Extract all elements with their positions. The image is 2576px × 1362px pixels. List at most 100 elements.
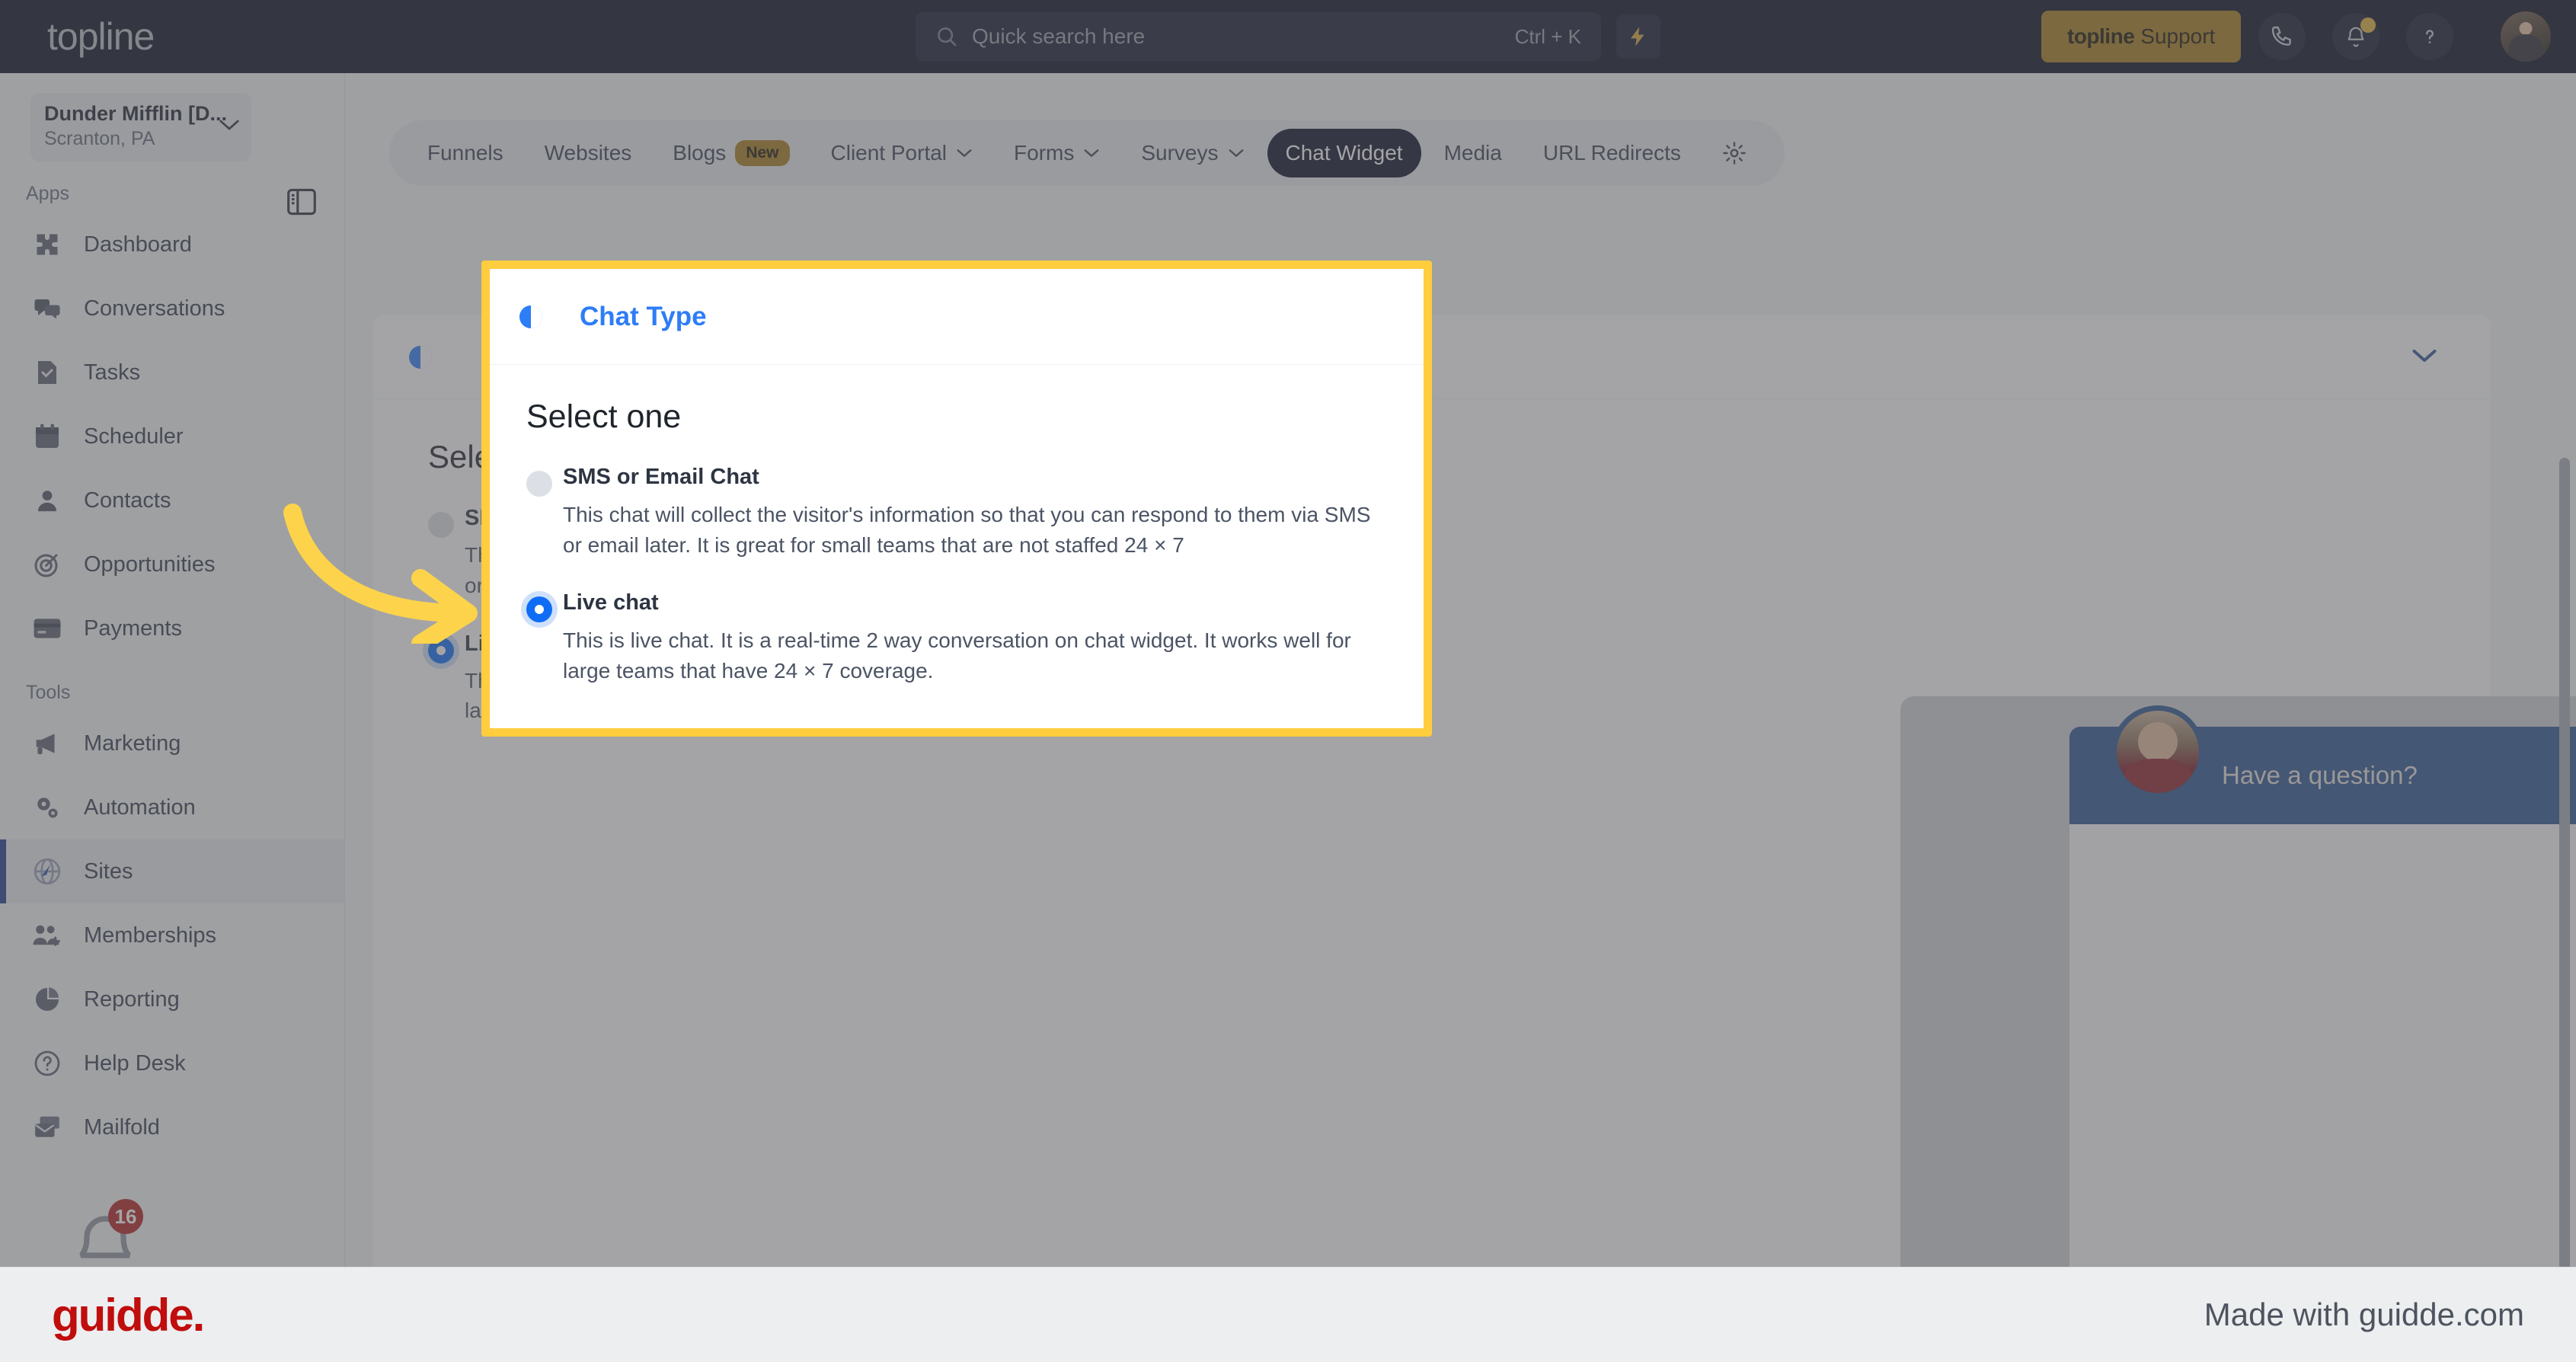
account-switcher[interactable]: Dunder Mifflin [D... Scranton, PA: [30, 93, 251, 161]
screenshot-root: topline Quick search here Ctrl + K topli…: [0, 0, 2576, 1362]
tab-label: Websites: [544, 141, 632, 165]
tab-url-redirects[interactable]: URL Redirects: [1525, 129, 1699, 177]
chevron-down-icon: [219, 120, 239, 130]
sidebar-item-label: Conversations: [84, 296, 225, 321]
tab-client-portal[interactable]: Client Portal: [813, 129, 992, 177]
sidebar-item-label: Payments: [84, 615, 182, 641]
option-title: SMS or Email Chat: [563, 465, 759, 489]
tab-websites[interactable]: Websites: [526, 129, 650, 177]
chat-widget-title: Have a question?: [2222, 761, 2418, 789]
sidebar-section-tools-label: Tools: [26, 682, 71, 703]
sidebar-item-conversations[interactable]: Conversations: [0, 277, 344, 340]
help-button[interactable]: [2406, 13, 2453, 60]
search-placeholder: Quick search here: [972, 24, 1146, 48]
guidde-footer: guidde. Made with guidde.com: [0, 1267, 2576, 1362]
sidebar-item-memberships[interactable]: Memberships: [0, 903, 344, 967]
sidebar-item-reporting[interactable]: Reporting: [0, 967, 344, 1031]
support-label: Support: [2140, 24, 2216, 48]
app-logo[interactable]: topline: [47, 14, 155, 59]
sidebar-item-label: Reporting: [84, 986, 180, 1012]
target-icon: [30, 548, 64, 581]
sidebar-item-label: Tasks: [84, 360, 141, 385]
chevron-down-icon: [957, 149, 972, 158]
search-shortcut: Ctrl + K: [1514, 24, 1581, 48]
highlighted-chat-type-card: Chat Type Select one SMS or Email Chat T…: [481, 261, 1432, 737]
tab-label: Chat Widget: [1285, 141, 1403, 165]
sidebar-item-label: Sites: [84, 858, 133, 884]
sidebar-item-help-desk[interactable]: Help Desk: [0, 1031, 344, 1095]
question-circle-icon: [30, 1047, 64, 1080]
chevron-down-icon: [1229, 149, 1243, 158]
tab-surveys[interactable]: Surveys: [1123, 129, 1262, 177]
option-description: This chat will collect the visitor's inf…: [563, 503, 1371, 558]
sidebar-item-label: Marketing: [84, 731, 181, 756]
sidebar-item-label: Opportunities: [84, 552, 216, 577]
tab-label: Blogs: [673, 141, 727, 165]
account-name: Dunder Mifflin [D...: [44, 102, 227, 125]
chevron-down-icon[interactable]: [2411, 347, 2438, 364]
mail-stack-icon: [30, 1111, 64, 1144]
sidebar-item-label: Automation: [84, 794, 196, 820]
sidebar-item-dashboard[interactable]: Dashboard: [0, 213, 344, 277]
tab-label: Forms: [1014, 141, 1075, 165]
tab-label: Surveys: [1141, 141, 1219, 165]
tab-settings-button[interactable]: [1704, 129, 1765, 177]
sidebar-item-label: Scheduler: [84, 424, 184, 449]
support-brand: topline: [2067, 24, 2135, 48]
radio-button-live-chat[interactable]: [526, 596, 552, 622]
phone-icon: [2271, 26, 2291, 46]
guidde-logo: guidde.: [52, 1289, 205, 1341]
tab-funnels[interactable]: Funnels: [409, 129, 522, 177]
globe-rocket-icon: [30, 855, 64, 888]
sidebar-item-scheduler[interactable]: Scheduler: [0, 404, 344, 468]
sidebar-item-automation[interactable]: Automation: [0, 775, 344, 839]
sidebar-item-sites[interactable]: Sites: [0, 839, 344, 903]
sidebar-item-label: Dashboard: [84, 232, 192, 257]
contrast-half-circle-icon: [409, 345, 432, 369]
tab-label: URL Redirects: [1542, 141, 1681, 165]
card-title: Chat Type: [580, 301, 707, 331]
sidebar-item-marketing[interactable]: Marketing: [0, 711, 344, 775]
chat-bubbles-icon: [30, 292, 64, 325]
sidebar-item-mailfold[interactable]: Mailfold: [0, 1095, 344, 1159]
chevron-down-icon: [1084, 149, 1099, 158]
option-sms-or-email-chat[interactable]: SMS or Email Chat This chat will collect…: [526, 465, 1424, 561]
radio-button-sms-or-email[interactable]: [526, 471, 552, 497]
sidebar-item-tasks[interactable]: Tasks: [0, 340, 344, 404]
tab-chat-widget[interactable]: Chat Widget: [1267, 129, 1421, 177]
task-check-icon: [30, 356, 64, 389]
puzzle-icon: [30, 228, 64, 261]
gear-icon: [1723, 142, 1746, 165]
curved-arrow-right-icon: [283, 504, 478, 644]
tab-label: Funnels: [427, 141, 503, 165]
credit-card-icon: [30, 612, 64, 645]
question-mark-icon: [2426, 30, 2434, 43]
agent-avatar: [2111, 705, 2204, 798]
quick-actions-button[interactable]: [1616, 14, 1660, 59]
highlight-card-header[interactable]: Chat Type: [490, 269, 1424, 365]
support-button[interactable]: topline Support: [2041, 11, 2242, 62]
vertical-scrollbar[interactable]: [2559, 458, 2570, 1280]
option-live-chat[interactable]: Live chat This is live chat. It is a rea…: [526, 590, 1424, 687]
people-plus-icon: [30, 919, 64, 952]
select-one-heading: Select one: [526, 398, 682, 435]
person-icon: [30, 484, 64, 517]
search-input[interactable]: Quick search here Ctrl + K: [916, 12, 1601, 61]
tab-forms[interactable]: Forms: [996, 129, 1118, 177]
guidde-credit: Made with guidde.com: [2204, 1296, 2524, 1332]
top-navigation-bar: topline Quick search here Ctrl + K topli…: [0, 0, 2576, 73]
tab-blogs[interactable]: Blogs New: [654, 129, 807, 177]
account-location: Scranton, PA: [44, 128, 155, 149]
tab-media[interactable]: Media: [1426, 129, 1520, 177]
lightning-bolt-icon: [1631, 27, 1644, 46]
tab-label: Media: [1443, 141, 1502, 165]
option-description: This is live chat. It is a real-time 2 w…: [563, 628, 1351, 683]
contrast-half-circle-icon: [519, 305, 542, 328]
phone-button[interactable]: [2258, 13, 2306, 60]
sidebar-item-label: Help Desk: [84, 1050, 186, 1076]
avatar[interactable]: [2501, 11, 2551, 62]
notifications-button[interactable]: [2332, 13, 2379, 60]
tab-label: Client Portal: [830, 141, 948, 165]
option-title: Live chat: [563, 590, 659, 615]
highlight-card-body: Select one SMS or Email Chat This chat w…: [490, 365, 1424, 686]
